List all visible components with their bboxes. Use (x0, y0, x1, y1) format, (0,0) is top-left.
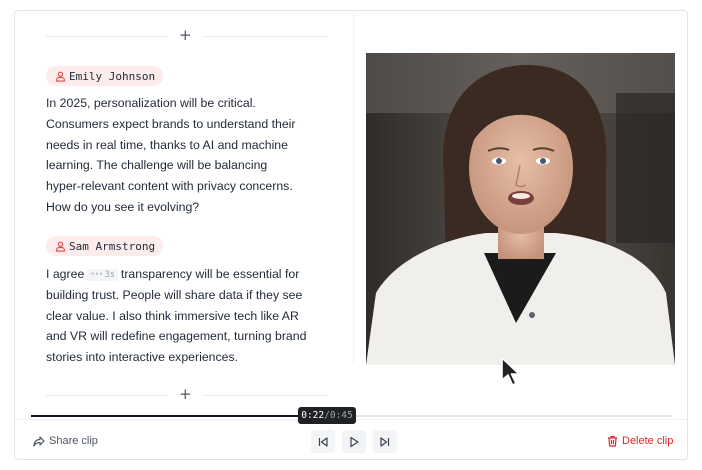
top-separator: + (46, 26, 327, 44)
mouse-cursor-icon (501, 357, 520, 386)
speaker-video-image (366, 53, 675, 365)
delete-clip-button[interactable]: Delete clip (607, 435, 673, 447)
separator-line (203, 36, 327, 37)
time-indicator: 0:22/0:45 (298, 407, 356, 424)
add-segment-button[interactable]: + (179, 26, 192, 44)
speaker-name: Sam Armstrong (69, 239, 156, 253)
transcript-paragraph: I agree ••• 3s transparency will be essenti… (46, 264, 326, 368)
separator-line (46, 395, 167, 396)
transcript-line: hyper-relevant content with privacy conc… (46, 179, 293, 194)
skip-back-icon (318, 436, 328, 447)
share-icon (33, 435, 45, 447)
delete-clip-label: Delete clip (622, 435, 674, 447)
speaker-name: Emily Johnson (69, 69, 156, 83)
speaker-badge-emily: Emily Johnson (46, 66, 164, 86)
transcript-line: building trust. People will share data i… (46, 287, 303, 302)
transcript-line: In 2025, personalization will be critica… (46, 96, 256, 110)
playback-controls (311, 430, 397, 453)
separator-line (46, 36, 167, 37)
trash-icon (608, 435, 617, 447)
skip-back-button[interactable] (311, 430, 335, 453)
user-icon (56, 71, 65, 82)
transcript-line: stories into interactive experiences. (46, 350, 239, 365)
transcript-line: I agree ••• 3s transparency will be essenti… (46, 267, 300, 281)
bottom-separator: + (46, 385, 327, 403)
skip-forward-button[interactable] (373, 430, 397, 453)
separator-line (203, 395, 327, 396)
play-icon (350, 436, 359, 447)
share-clip-label: Share clip (49, 435, 98, 447)
transcript-line: and VR will redefine engagement, turning… (46, 329, 307, 344)
total-time: 0:45 (329, 410, 353, 421)
pause-marker[interactable]: ••• 3s (87, 269, 118, 281)
clip-card: + Emily Johnson In 2025, personalization… (14, 10, 688, 460)
play-button[interactable] (342, 430, 366, 453)
column-divider (353, 11, 354, 363)
share-clip-button[interactable]: Share clip (33, 435, 98, 447)
current-time: 0:22 (301, 410, 325, 421)
skip-forward-icon (380, 436, 390, 447)
user-icon (56, 241, 65, 252)
transcript-line: needs in real time, thanks to AI and mac… (46, 137, 288, 152)
transcript-line: learning. The challenge will be balancin… (46, 158, 268, 173)
transcript-paragraph: In 2025, personalization will be critica… (46, 93, 326, 218)
speaker-badge-sam: Sam Armstrong (46, 236, 164, 256)
add-segment-button[interactable]: + (179, 385, 192, 403)
transcript-line: clear value. I also think immersive tech… (46, 308, 299, 323)
transcript-line: Consumers expect brands to understand th… (46, 116, 296, 131)
video-frame[interactable] (366, 53, 675, 365)
transcript-line: How do you see it evolving? (46, 199, 200, 214)
